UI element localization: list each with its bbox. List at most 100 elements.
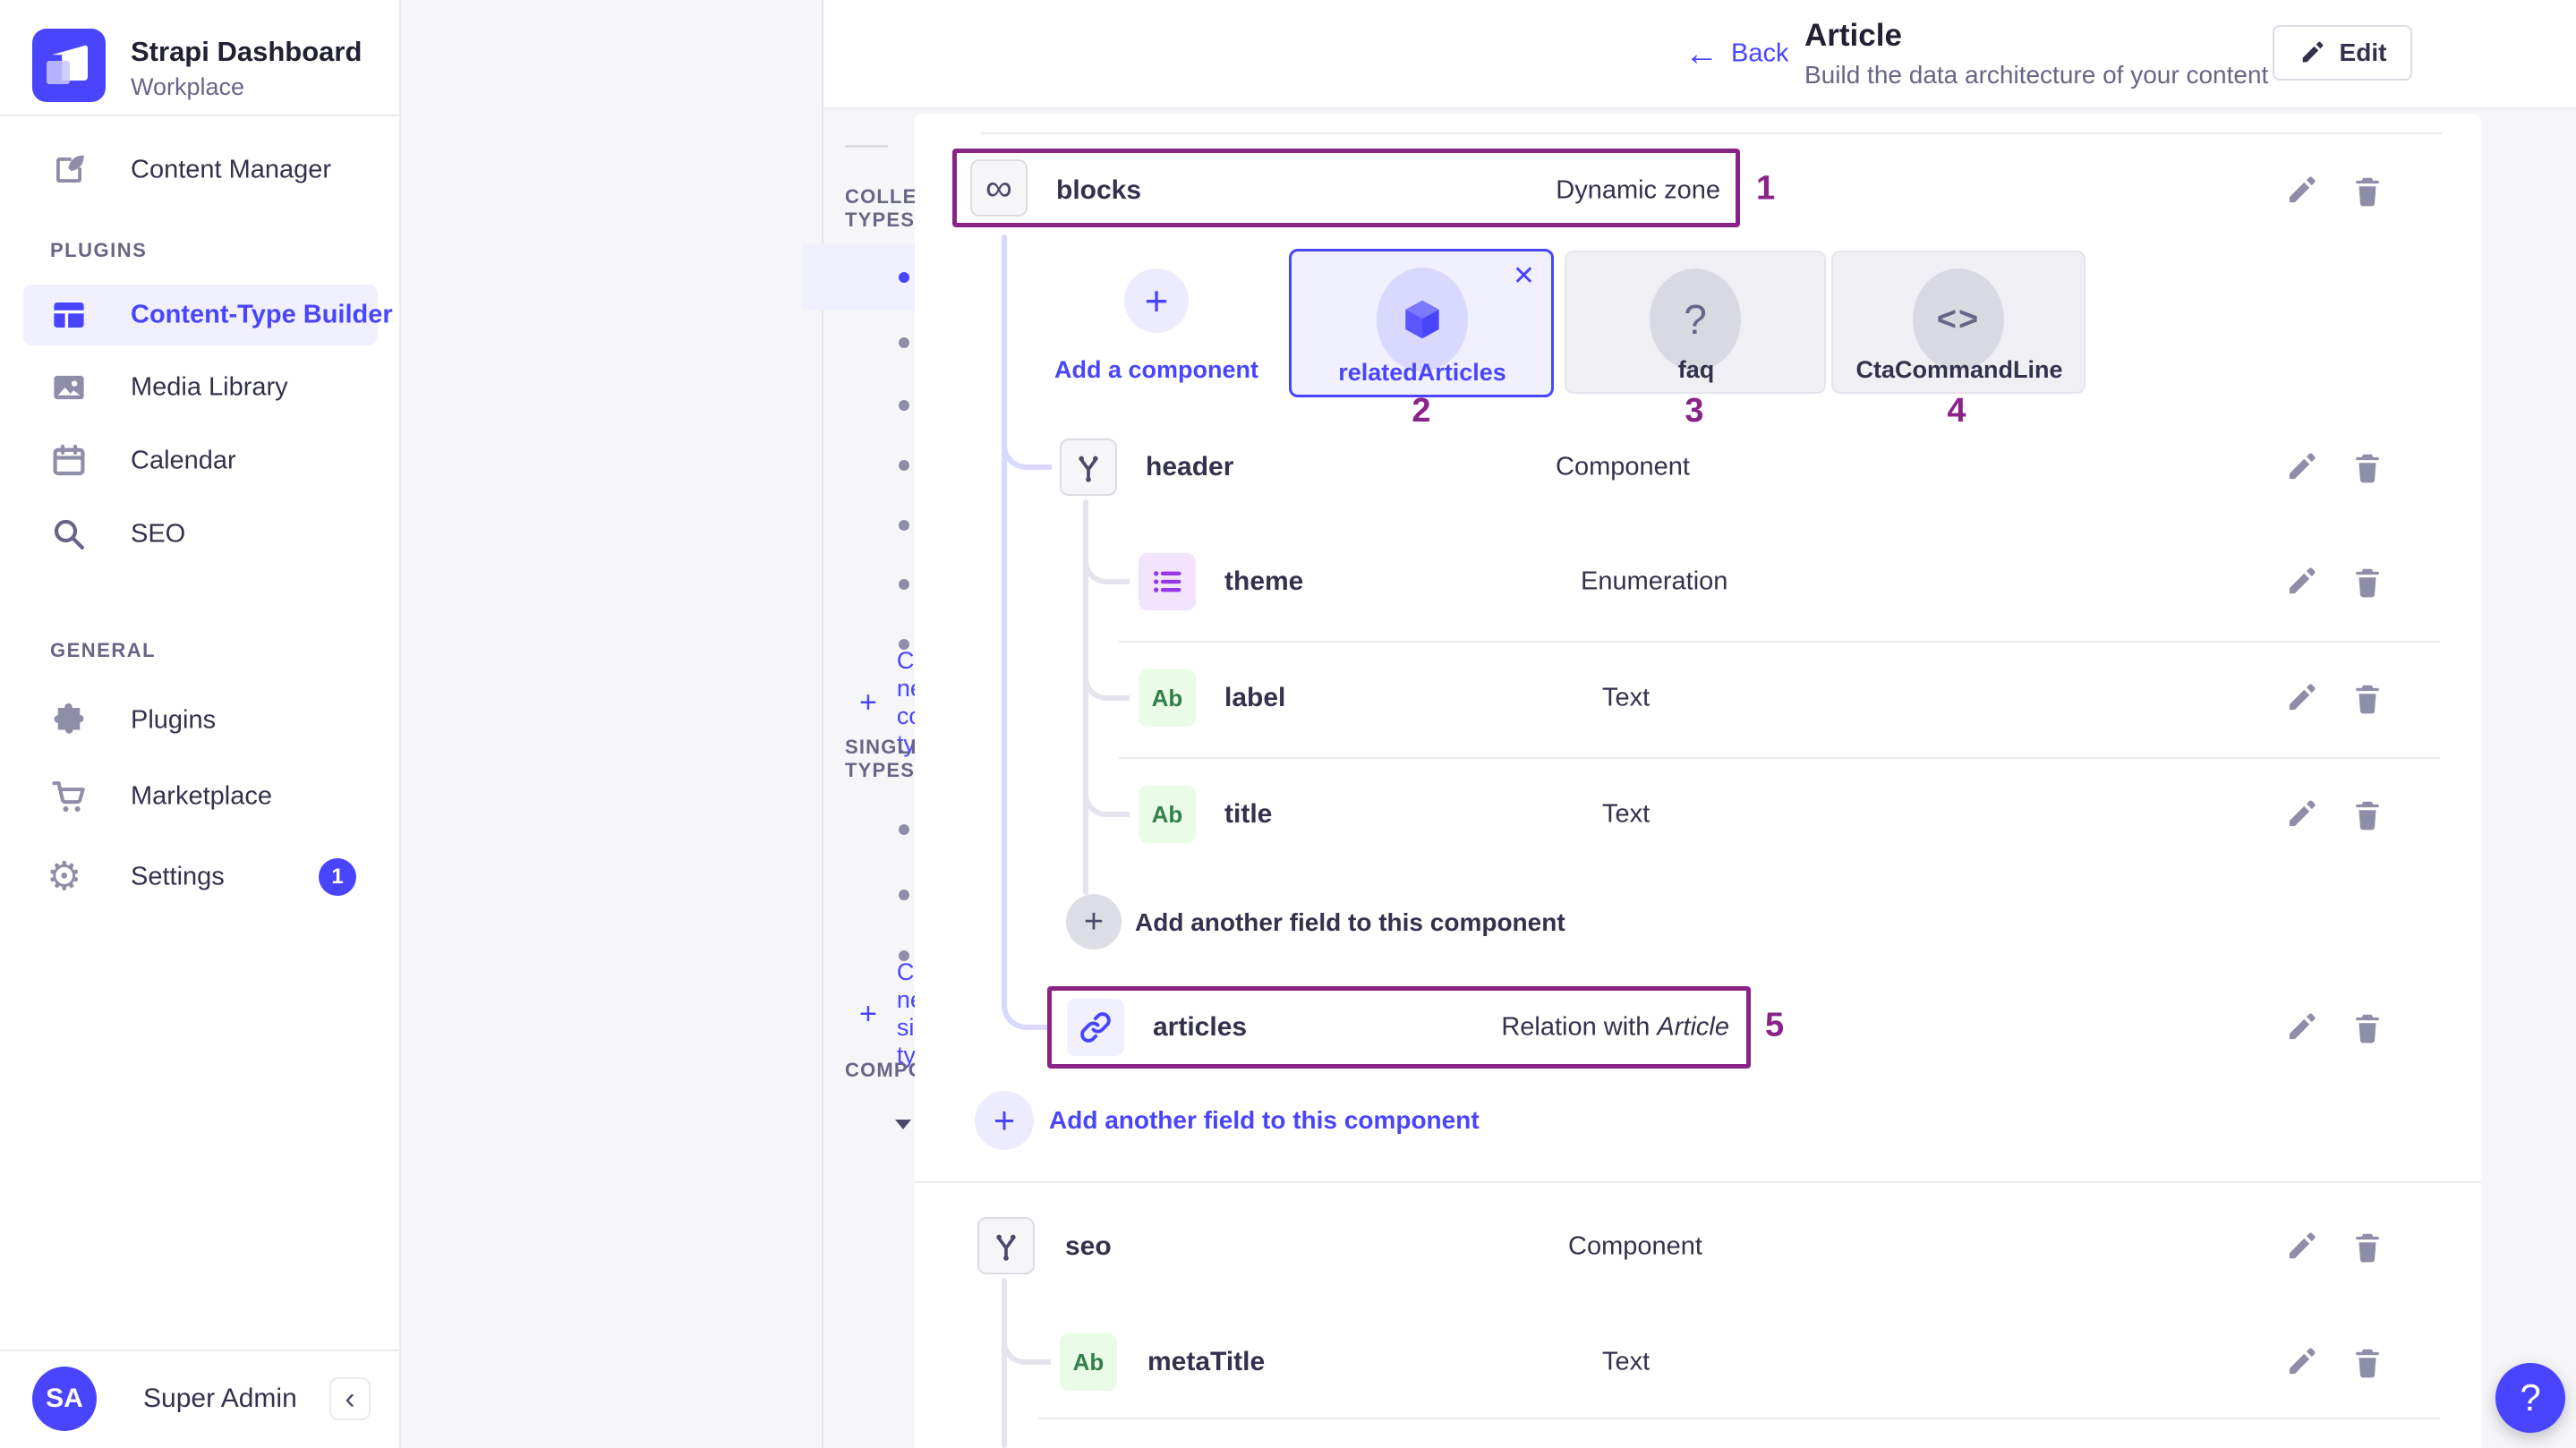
annotation-number-4: 4 [1947, 392, 1966, 430]
field-name-header[interactable]: header [1146, 452, 1233, 482]
row-actions [2284, 1010, 2384, 1044]
field-name-articles[interactable]: articles [1153, 1012, 1247, 1043]
delete-field-icon[interactable] [2350, 174, 2384, 208]
delete-field-icon[interactable] [2350, 565, 2384, 599]
edit-field-icon[interactable] [2284, 1010, 2318, 1044]
tree-bend-metatitle [1002, 1316, 1051, 1365]
pencil-icon [2299, 39, 2325, 66]
delete-field-icon[interactable] [2350, 681, 2384, 715]
row-actions [2284, 450, 2384, 484]
user-name[interactable]: Super Admin [143, 1384, 297, 1414]
field-type-articles: Relation with Article [1501, 1013, 1729, 1043]
edit-field-icon[interactable] [2284, 450, 2318, 484]
content-type-builder-panel: Content-Type Builder COLLECTION TYPES 7 … [401, 0, 823, 1448]
dynamic-zone-icon: ∞ [970, 159, 1028, 217]
link-icon [1078, 1009, 1113, 1045]
chevron-left-icon: ‹ [345, 1382, 354, 1417]
component-card-label: faq [1678, 356, 1715, 384]
delete-field-icon[interactable] [2350, 450, 2384, 484]
cube-icon [1399, 296, 1446, 343]
workspace-subtitle: Workplace [131, 73, 244, 101]
sidebar-item-settings[interactable]: Settings [131, 863, 225, 892]
sidebar-item-media-library[interactable]: Media Library [131, 373, 288, 403]
annotation-number-3: 3 [1685, 392, 1703, 430]
page-title: Article [1804, 18, 1902, 54]
component-card-ctacommandline[interactable]: <> CtaCommandLine [1831, 251, 2086, 394]
edit-label: Edit [2340, 38, 2387, 67]
add-component-label[interactable]: Add a component [1054, 356, 1258, 384]
strapi-logo-glyph-accent [47, 61, 70, 84]
edit-field-icon[interactable] [2284, 565, 2318, 599]
edit-field-icon[interactable] [2284, 1345, 2318, 1379]
delete-field-icon[interactable] [2350, 1230, 2384, 1264]
delete-field-icon[interactable] [2350, 1345, 2384, 1379]
edit-field-icon[interactable] [2284, 681, 2318, 715]
delete-field-icon[interactable] [2350, 1010, 2384, 1044]
sidebar-item-seo[interactable]: SEO [131, 520, 185, 549]
list-icon [1149, 564, 1185, 600]
sidebar-item-plugins[interactable]: Plugins [131, 706, 216, 736]
tree-bend-theme [1083, 537, 1130, 584]
text-field-icon: Ab [1139, 786, 1196, 843]
page-header: ← Back Article Build the data architectu… [823, 0, 2576, 109]
field-name-seo[interactable]: seo [1065, 1231, 1112, 1262]
component-card-label: relatedArticles [1338, 359, 1506, 387]
gear-icon: ⚙ [47, 857, 81, 897]
single-types-label: SINGLE TYPES [845, 736, 925, 782]
marketplace-icon [50, 778, 88, 815]
text-field-icon: Ab [1139, 669, 1196, 727]
row-actions [2284, 797, 2384, 831]
edit-field-icon[interactable] [2284, 797, 2318, 831]
annotation-number-1: 1 [1756, 170, 1775, 209]
component-card-label: CtaCommandLine [1855, 356, 2062, 384]
add-component-circle[interactable]: + [1124, 268, 1189, 333]
code-icon: <> [1937, 301, 1980, 339]
field-name-blocks[interactable]: blocks [1056, 175, 1141, 206]
delete-field-icon[interactable] [2350, 797, 2384, 831]
question-mark-icon: ? [1684, 295, 1707, 344]
field-name-title[interactable]: title [1224, 799, 1272, 830]
add-field-inner-label[interactable]: Add another field to this component [1135, 908, 1565, 937]
sidebar-item-content-manager[interactable]: Content Manager [131, 156, 331, 185]
help-button[interactable]: ? [2495, 1363, 2565, 1433]
edit-field-icon[interactable] [2284, 1230, 2318, 1264]
blocks-group-row[interactable] [895, 1118, 911, 1134]
workspace-title: Strapi Dashboard [131, 36, 362, 68]
field-name-metatitle[interactable]: metaTitle [1147, 1347, 1265, 1377]
sidebar-item-calendar[interactable]: Calendar [131, 447, 236, 476]
component-card-faq[interactable]: ? faq [1565, 251, 1826, 394]
row-divider [1038, 1418, 2440, 1419]
tree-bend-header [1002, 421, 1052, 470]
main-sidebar: Strapi Dashboard Workplace Content Manag… [0, 0, 401, 1448]
add-field-outer-label[interactable]: Add another field to this component [1049, 1106, 1480, 1135]
back-link[interactable]: ← Back [1685, 39, 1788, 69]
strapi-logo[interactable] [32, 29, 106, 102]
edit-field-icon[interactable] [2284, 174, 2318, 208]
row-actions [2284, 681, 2384, 715]
field-name-label[interactable]: label [1224, 683, 1285, 713]
sidebar-item-marketplace[interactable]: Marketplace [131, 782, 272, 812]
bullet-icon [899, 520, 909, 531]
avatar[interactable]: SA [32, 1367, 97, 1431]
edit-button[interactable]: Edit [2273, 25, 2412, 81]
annotation-number-5: 5 [1765, 1007, 1784, 1045]
plugins-icon [50, 702, 88, 739]
bullet-icon [899, 272, 909, 283]
close-icon[interactable]: ✕ [1513, 260, 1535, 292]
collapse-sidebar-button[interactable]: ‹ [329, 1377, 371, 1420]
component-card-relatedarticles[interactable]: ✕ relatedArticles [1289, 249, 1554, 397]
bullet-icon [899, 824, 909, 835]
component-branch-icon [1070, 449, 1106, 485]
component-icon-bg: <> [1913, 268, 2004, 371]
content-type-builder-icon [50, 296, 88, 334]
page-subtitle: Build the data architecture of your cont… [1804, 61, 2268, 89]
component-field-icon [1060, 439, 1117, 496]
field-name-theme[interactable]: theme [1224, 566, 1303, 597]
component-field-icon [977, 1217, 1035, 1274]
add-field-outer-circle[interactable]: + [975, 1091, 1034, 1150]
row-divider [1119, 641, 2440, 643]
sidebar-item-content-type-builder-label[interactable]: Content-Type Builder [131, 301, 393, 330]
add-field-inner-circle[interactable]: + [1066, 894, 1122, 950]
question-mark-icon: ? [2520, 1376, 2540, 1419]
sidebar-divider [0, 115, 399, 116]
